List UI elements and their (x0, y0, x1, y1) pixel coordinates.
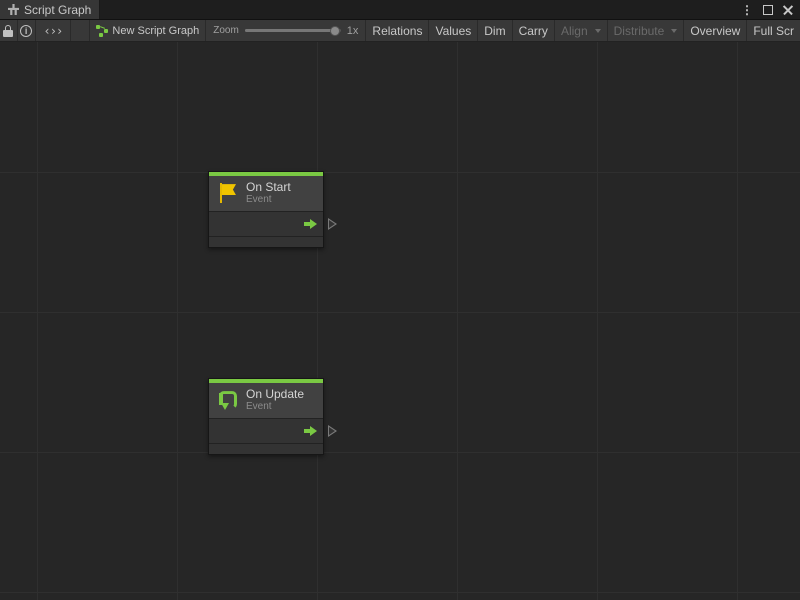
info-button[interactable]: i (18, 20, 36, 41)
graph-icon (96, 25, 108, 37)
zoom-slider-thumb[interactable] (330, 26, 340, 36)
tab-script-graph[interactable]: Script Graph (0, 0, 100, 19)
hierarchy-icon (8, 4, 19, 15)
dim-button[interactable]: Dim (478, 20, 512, 41)
carry-label: Carry (519, 24, 548, 38)
lock-icon (3, 25, 13, 37)
node-body (209, 211, 323, 237)
tab-bar: Script Graph ⋮ (0, 0, 800, 20)
lock-button[interactable] (0, 20, 18, 41)
fullscreen-label: Full Scr (753, 24, 794, 38)
node-header[interactable]: On UpdateEvent (209, 383, 323, 418)
node-footer (209, 444, 323, 454)
brackets-icon: ‹›› (44, 24, 63, 38)
node-title: On Start (246, 181, 291, 194)
values-label: Values (435, 24, 471, 38)
toolbar: i ‹›› New Script Graph Zoom 1x Relations… (0, 20, 800, 42)
dim-label: Dim (484, 24, 505, 38)
values-button[interactable]: Values (429, 20, 478, 41)
chevron-down-icon (595, 29, 601, 33)
node-title: On Update (246, 388, 304, 401)
overview-button[interactable]: Overview (684, 20, 747, 41)
loop-icon (218, 390, 238, 410)
window-controls: ⋮ (735, 0, 800, 19)
window-menu-icon[interactable]: ⋮ (741, 3, 754, 17)
node-on_update[interactable]: On UpdateEvent (208, 378, 324, 455)
node-footer (209, 237, 323, 247)
flow-out-arrow-icon (304, 426, 318, 436)
distribute-label: Distribute (614, 24, 665, 38)
node-header[interactable]: On StartEvent (209, 176, 323, 211)
zoom-value: 1x (347, 25, 359, 37)
carry-button[interactable]: Carry (513, 20, 555, 41)
maximize-icon[interactable] (762, 4, 774, 16)
graph-name-label: New Script Graph (112, 25, 199, 37)
node-subtitle: Event (246, 194, 291, 205)
align-label: Align (561, 24, 588, 38)
node-on_start[interactable]: On StartEvent (208, 171, 324, 248)
graph-canvas[interactable]: On StartEventOn UpdateEvent (0, 42, 800, 600)
node-body (209, 418, 323, 444)
info-icon: i (20, 25, 32, 37)
output-port[interactable] (328, 218, 337, 230)
output-port[interactable] (328, 425, 337, 437)
relations-button[interactable]: Relations (366, 20, 429, 41)
flag-icon (219, 183, 237, 203)
fullscreen-button[interactable]: Full Scr (747, 20, 800, 41)
close-icon[interactable] (782, 4, 794, 16)
relations-label: Relations (372, 24, 422, 38)
graph-name-button[interactable]: New Script Graph (90, 20, 206, 41)
node-subtitle: Event (246, 401, 304, 412)
code-nav-button[interactable]: ‹›› (36, 20, 72, 41)
tab-title: Script Graph (24, 3, 91, 17)
align-dropdown[interactable]: Align (555, 20, 608, 41)
zoom-label: Zoom (213, 25, 239, 36)
overview-label: Overview (690, 24, 740, 38)
chevron-down-icon (671, 29, 677, 33)
zoom-control: Zoom 1x (206, 20, 366, 41)
distribute-dropdown[interactable]: Distribute (608, 20, 685, 41)
flow-out-arrow-icon (304, 219, 318, 229)
zoom-slider[interactable] (245, 29, 341, 32)
